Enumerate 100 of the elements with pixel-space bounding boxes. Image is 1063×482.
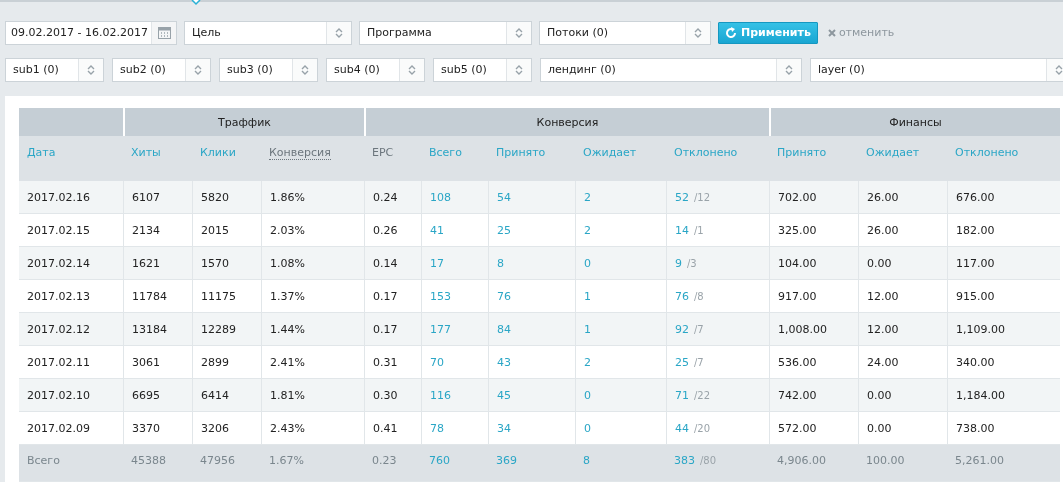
select-field[interactable]: sub4 (0) xyxy=(326,57,425,82)
select-field[interactable]: sub5 (0) xyxy=(433,57,532,82)
table-cell: 6414 xyxy=(201,388,229,402)
table-cell: 12.00 xyxy=(867,322,899,336)
count-link[interactable]: 17 xyxy=(430,256,444,270)
count-link[interactable]: 52 xyxy=(675,190,689,204)
table-cell: 182.00 xyxy=(956,223,995,237)
table-cell: 0.00 xyxy=(867,421,892,435)
select-field[interactable]: лендинг (0) xyxy=(540,57,802,82)
date-range-field[interactable]: 09.02.2017 - 16.02.2017 xyxy=(5,20,177,45)
column-header[interactable]: Хиты xyxy=(131,146,161,159)
column-header[interactable]: Принято xyxy=(496,146,546,159)
table-cell: 0.41 xyxy=(373,421,398,435)
cancel-link[interactable]: отменить xyxy=(827,26,895,39)
select-field[interactable]: Потоки (0) xyxy=(539,20,711,45)
count-link[interactable]: 108 xyxy=(430,190,451,204)
table-cell: 0.26 xyxy=(373,223,398,237)
table-cell: 26.00 xyxy=(867,190,899,204)
count-link[interactable]: 78 xyxy=(430,421,444,435)
table-cell: 13184 xyxy=(132,322,167,336)
count-note: /1 xyxy=(694,224,704,236)
table-cell: 2017.02.13 xyxy=(27,289,90,303)
table-cell: 24.00 xyxy=(867,355,899,369)
table-cell: 11784 xyxy=(132,289,167,303)
apply-button[interactable]: Применить xyxy=(718,21,818,44)
select-field[interactable]: sub2 (0) xyxy=(112,57,211,82)
count-link[interactable]: 0 xyxy=(584,256,591,270)
column-header[interactable]: Принято xyxy=(777,146,827,159)
count-link[interactable]: 25 xyxy=(675,355,689,369)
table-cell: 1.81% xyxy=(270,388,305,402)
table-cell: 5,261.00 xyxy=(955,453,1004,467)
table-cell: 6107 xyxy=(132,190,160,204)
count-link[interactable]: 0 xyxy=(584,388,591,402)
table-cell: 26.00 xyxy=(867,223,899,237)
count-link[interactable]: 177 xyxy=(430,322,451,336)
count-link[interactable]: 92 xyxy=(675,322,689,336)
table-cell: 104.00 xyxy=(778,256,817,270)
count-link[interactable]: 369 xyxy=(496,453,517,467)
table-cell: 2017.02.14 xyxy=(27,256,90,270)
count-link[interactable]: 44 xyxy=(675,421,689,435)
spinner-icon xyxy=(335,26,343,39)
count-note: /80 xyxy=(700,454,717,466)
count-link[interactable]: 76 xyxy=(497,289,511,303)
count-link[interactable]: 760 xyxy=(429,453,450,467)
count-link[interactable]: 14 xyxy=(675,223,689,237)
spinner-icon xyxy=(408,63,416,76)
count-note: /12 xyxy=(694,191,711,203)
column-header[interactable]: Отклонено xyxy=(955,146,1019,159)
count-link[interactable]: 54 xyxy=(497,190,511,204)
select-field[interactable]: sub1 (0) xyxy=(5,57,104,82)
spinner-icon xyxy=(301,63,309,76)
spinner-icon xyxy=(515,63,523,76)
count-link[interactable]: 1 xyxy=(584,322,591,336)
count-link[interactable]: 2 xyxy=(584,355,591,369)
table-cell: 0.31 xyxy=(373,355,398,369)
table-cell: 5820 xyxy=(201,190,229,204)
table-cell: 2.03% xyxy=(270,223,305,237)
table-cell: 0.17 xyxy=(373,289,398,303)
column-header[interactable]: Ожидает xyxy=(866,146,920,159)
column-header[interactable]: Отклонено xyxy=(674,146,738,159)
count-link[interactable]: 153 xyxy=(430,289,451,303)
column-header[interactable]: Ожидает xyxy=(583,146,637,159)
spinner-icon xyxy=(515,26,523,39)
select-field[interactable]: Программа xyxy=(359,20,532,45)
column-header: EPC xyxy=(372,146,394,159)
count-link[interactable]: 383 xyxy=(674,453,695,467)
count-link[interactable]: 71 xyxy=(675,388,689,402)
table-cell: 536.00 xyxy=(778,355,817,369)
count-link[interactable]: 70 xyxy=(430,355,444,369)
count-link[interactable]: 41 xyxy=(430,223,444,237)
select-field[interactable]: Цель xyxy=(184,20,352,45)
count-link[interactable]: 8 xyxy=(583,453,590,467)
count-link[interactable]: 45 xyxy=(497,388,511,402)
select-field[interactable]: layer (0) xyxy=(810,57,1063,82)
count-link[interactable]: 0 xyxy=(584,421,591,435)
count-note: /8 xyxy=(694,290,704,302)
table-cell: 11175 xyxy=(201,289,236,303)
count-link[interactable]: 43 xyxy=(497,355,511,369)
count-link[interactable]: 1 xyxy=(584,289,591,303)
table-cell: 1,008.00 xyxy=(778,322,827,336)
count-link[interactable]: 25 xyxy=(497,223,511,237)
count-link[interactable]: 9 xyxy=(675,256,682,270)
count-link[interactable]: 2 xyxy=(584,190,591,204)
table-cell: 1621 xyxy=(132,256,160,270)
table-cell: 3206 xyxy=(201,421,229,435)
column-header[interactable]: Дата xyxy=(27,146,56,159)
count-link[interactable]: 34 xyxy=(497,421,511,435)
table-cell: 572.00 xyxy=(778,421,817,435)
table-cell: 0.24 xyxy=(373,190,398,204)
count-link[interactable]: 76 xyxy=(675,289,689,303)
count-link[interactable]: 116 xyxy=(430,388,451,402)
count-note: /3 xyxy=(687,257,697,269)
count-link[interactable]: 8 xyxy=(497,256,504,270)
column-header[interactable]: Клики xyxy=(200,146,236,159)
count-link[interactable]: 84 xyxy=(497,322,511,336)
count-link[interactable]: 2 xyxy=(584,223,591,237)
spinner-icon xyxy=(194,63,202,76)
count-note: /20 xyxy=(694,422,711,434)
column-header[interactable]: Всего xyxy=(429,146,462,159)
select-field[interactable]: sub3 (0) xyxy=(219,57,318,82)
